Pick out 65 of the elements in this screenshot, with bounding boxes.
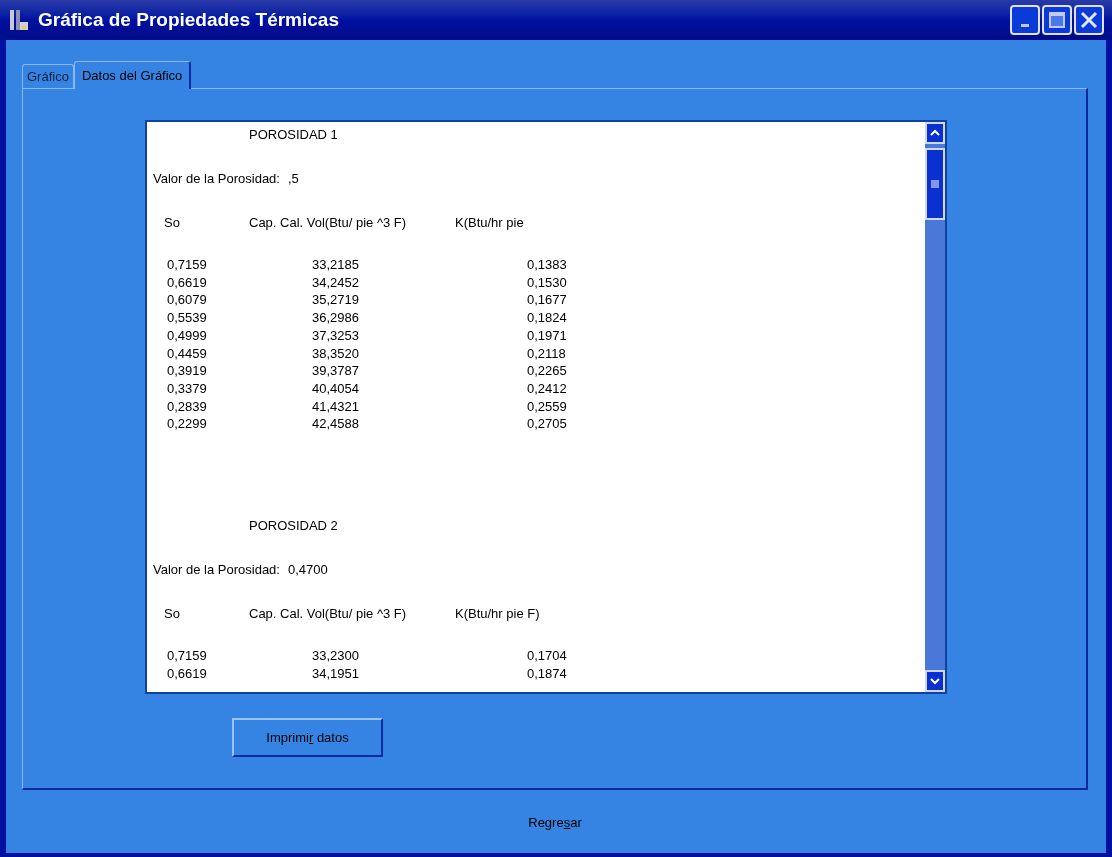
table-cell-text: 0,2299 — [167, 415, 208, 434]
table-cell-text: 0,2839 — [167, 397, 208, 416]
table-cell-text: 0,2265 — [527, 362, 568, 380]
scroll-down-button[interactable] — [925, 670, 945, 692]
scroll-thumb[interactable] — [925, 148, 945, 220]
back-button[interactable]: Regresar — [520, 808, 590, 837]
value-text: 0,4700 — [287, 561, 328, 580]
table-cell-text: 0,3919 — [167, 362, 208, 380]
table-cell-text: 0,6619 — [167, 664, 208, 683]
tab[interactable]: Datos del Gráfico — [73, 61, 192, 89]
minimize-button[interactable] — [1010, 5, 1040, 35]
table-cell-text: 0,4999 — [167, 326, 208, 345]
print-button[interactable]: Imprimir datos — [232, 718, 383, 757]
table-cell-text: 33,2300 — [312, 647, 360, 665]
table-cell-text: 0,6619 — [167, 273, 208, 292]
close-button[interactable] — [1074, 5, 1104, 35]
table-cell-text: 0,2412 — [527, 379, 568, 398]
table-cell-text: 41,4321 — [312, 397, 360, 416]
table-cell-text: 42,4588 — [312, 415, 360, 434]
column-header: So — [164, 605, 181, 624]
tab[interactable]: Gráfico — [22, 64, 74, 88]
minimize-icon — [1021, 24, 1029, 27]
window-title: Gráfica de Propiedades Térmicas — [38, 7, 340, 32]
table-cell-text: 0,1874 — [527, 664, 568, 683]
table-cell-text: 0,5539 — [167, 309, 208, 327]
section-title: POROSIDAD 1 — [249, 127, 338, 142]
table-cell-text: 37,3253 — [312, 326, 360, 345]
scrollbar[interactable] — [925, 122, 945, 692]
section-title: POROSIDAD 2 — [249, 518, 338, 534]
table-cell-text: 39,3787 — [312, 362, 360, 380]
table-cell-text: 0,6079 — [167, 291, 208, 310]
table-cell-text: 0,4459 — [167, 344, 208, 363]
table-cell-text: 40,4054 — [312, 379, 360, 398]
value-label: Valor de la Porosidad: — [153, 170, 280, 188]
table-cell-text: 38,3520 — [312, 344, 360, 363]
close-icon — [1080, 11, 1098, 29]
table-cell-text: 0,2118 — [527, 344, 567, 363]
table-cell-text: 34,2452 — [312, 273, 360, 292]
value-label: Valor de la Porosidad: — [153, 561, 280, 580]
column-header: K(Btu/hr pie — [455, 214, 525, 232]
table-cell-text: 36,2986 — [312, 309, 360, 327]
table-cell-text: 0,1971 — [527, 326, 568, 345]
table-cell-text: 0,1704 — [527, 647, 568, 665]
table-cell-text: 34,1951 — [312, 664, 360, 683]
maximize-icon — [1049, 12, 1065, 28]
table-cell-text: 0,2705 — [527, 415, 568, 434]
maximize-button[interactable] — [1042, 5, 1072, 35]
column-header: K(Btu/hr pie F) — [455, 605, 541, 624]
table-cell-text: 0,1824 — [527, 309, 568, 327]
table-cell-text: 0,1677 — [527, 291, 568, 310]
table-cell-text: 0,2559 — [527, 397, 568, 416]
table-cell-text: 0,3379 — [167, 379, 208, 398]
column-header: Cap. Cal. Vol(Btu/ pie ^3 F) — [249, 605, 408, 624]
column-header: So — [164, 214, 181, 232]
grip-icon — [931, 180, 939, 188]
app-icon — [8, 8, 30, 32]
table-cell-text: 35,2719 — [312, 291, 360, 310]
value-text: ,5 — [287, 170, 299, 188]
column-header: Cap. Cal. Vol(Btu/ pie ^3 F) — [249, 214, 408, 232]
table-cell-text: 0,7159 — [167, 647, 208, 665]
scroll-up-button[interactable] — [925, 122, 945, 144]
table-cell-text: 0,1383 — [527, 256, 568, 274]
table-cell-text: 0,1530 — [527, 273, 568, 292]
table-cell-text: 33,2185 — [312, 256, 360, 274]
table-cell-text: 0,7159 — [167, 256, 208, 274]
